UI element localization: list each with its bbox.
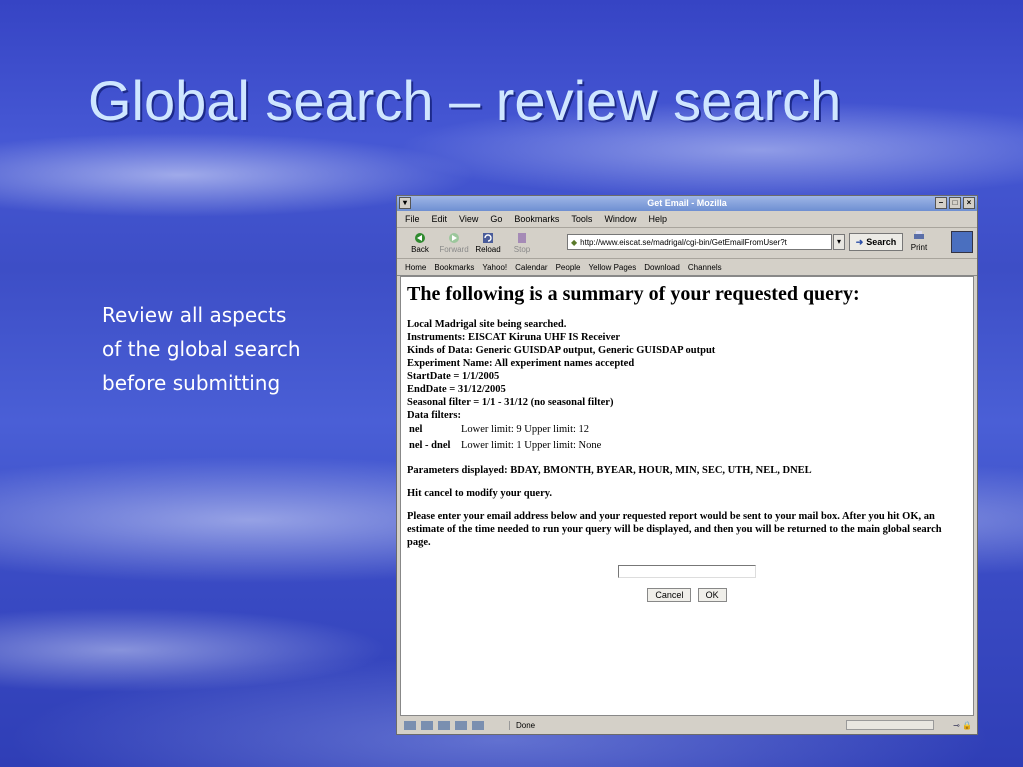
email-input[interactable]: [618, 565, 756, 578]
summary-line: Instruments: EISCAT Kiruna UHF IS Receiv…: [407, 332, 621, 343]
mail-icon[interactable]: [421, 720, 433, 730]
reload-icon: [483, 233, 493, 243]
stop-button[interactable]: Stop: [505, 232, 539, 254]
menu-file[interactable]: File: [405, 214, 420, 224]
reload-label: Reload: [475, 245, 501, 254]
filter-limits: Lower limit: 1 Upper limit: None: [461, 440, 602, 451]
home-link[interactable]: Home: [405, 263, 426, 272]
forward-label: Forward: [439, 245, 469, 254]
minimize-icon[interactable]: –: [935, 197, 947, 209]
search-label: Search: [866, 237, 897, 247]
title-bar: ▾ Get Email - Mozilla – □ ×: [397, 196, 977, 211]
parameters-text: Parameters displayed: BDAY, BMONTH, BYEA…: [407, 465, 812, 476]
menu-view[interactable]: View: [459, 214, 478, 224]
window-menu-icon[interactable]: ▾: [399, 197, 411, 209]
url-dropdown-button[interactable]: ▾: [833, 234, 845, 250]
menu-edit[interactable]: Edit: [432, 214, 448, 224]
menu-bar: File Edit View Go Bookmarks Tools Window…: [397, 211, 977, 228]
people-link[interactable]: People: [556, 263, 581, 272]
filter-row: nel Lower limit: 9 Upper limit: 12: [407, 422, 967, 438]
back-button[interactable]: Back: [403, 232, 437, 254]
bookmarks-link[interactable]: Bookmarks: [434, 263, 474, 272]
menu-tools[interactable]: Tools: [571, 214, 592, 224]
page-icon: ◆: [571, 237, 578, 247]
menu-bookmarks[interactable]: Bookmarks: [514, 214, 559, 224]
composer-icon[interactable]: [438, 720, 450, 730]
calendar-link[interactable]: Calendar: [515, 263, 547, 272]
summary-line: Seasonal filter = 1/1 - 31/12 (no season…: [407, 397, 614, 408]
back-label: Back: [411, 245, 429, 254]
ok-button[interactable]: OK: [697, 588, 727, 602]
chevron-down-icon: ▾: [836, 237, 841, 246]
summary-line: EndDate = 31/12/2005: [407, 384, 506, 395]
slide-bullet-text: Review all aspects of the global search …: [102, 298, 362, 400]
slide-text-line: of the global search: [102, 337, 301, 361]
filter-row: nel - dnel Lower limit: 1 Upper limit: N…: [407, 438, 967, 454]
page-content: The following is a summary of your reque…: [400, 276, 974, 716]
back-arrow-icon: [415, 233, 425, 243]
maximize-icon[interactable]: □: [949, 197, 961, 209]
channels-link[interactable]: Channels: [688, 263, 722, 272]
stop-icon: [518, 233, 526, 243]
browser-window: ▾ Get Email - Mozilla – □ × File Edit Vi…: [396, 195, 978, 735]
instructions-text: Please enter your email address below an…: [407, 511, 942, 548]
chat-icon[interactable]: [455, 720, 467, 730]
connection-icon: ⊸ 🔒: [953, 720, 972, 730]
summary-line: Kinds of Data: Generic GUISDAP output, G…: [407, 345, 716, 356]
print-label: Print: [910, 243, 928, 252]
personal-toolbar: Home Bookmarks Yahoo! Calendar People Ye…: [397, 259, 977, 276]
forward-arrow-icon: [449, 233, 459, 243]
reload-button[interactable]: Reload: [471, 232, 505, 254]
menu-window[interactable]: Window: [604, 214, 636, 224]
close-icon[interactable]: ×: [963, 197, 975, 209]
search-button[interactable]: ➜ Search: [849, 233, 903, 251]
status-text: Done: [509, 720, 535, 730]
navigator-icon[interactable]: [404, 720, 416, 730]
status-bar: Done ⊸ 🔒: [400, 718, 974, 732]
forward-button[interactable]: Forward: [437, 232, 471, 254]
stop-label: Stop: [513, 245, 531, 254]
filter-limits: Lower limit: 9 Upper limit: 12: [461, 424, 590, 435]
window-title: Get Email - Mozilla: [647, 198, 727, 208]
filter-name: nel - dnel: [409, 440, 451, 451]
summary-heading: The following is a summary of your reque…: [407, 283, 860, 305]
yellow-pages-link[interactable]: Yellow Pages: [589, 263, 637, 272]
printer-icon: [914, 231, 924, 239]
menu-go[interactable]: Go: [490, 214, 502, 224]
summary-line: Data filters:: [407, 410, 461, 421]
yahoo-link[interactable]: Yahoo!: [482, 263, 507, 272]
cancel-hint: Hit cancel to modify your query.: [407, 488, 553, 499]
slide-text-line: before submitting: [102, 371, 281, 395]
menu-help[interactable]: Help: [648, 214, 667, 224]
summary-line: Local Madrigal site being searched.: [407, 319, 567, 330]
cancel-button[interactable]: Cancel: [647, 588, 692, 602]
summary-line: Experiment Name: All experiment names ac…: [407, 358, 635, 369]
search-icon: ➜: [855, 236, 864, 247]
slide-text-line: Review all aspects: [102, 303, 287, 327]
summary-line: StartDate = 1/1/2005: [407, 371, 500, 382]
url-input[interactable]: ◆ http://www.eiscat.se/madrigal/cgi-bin/…: [567, 234, 832, 250]
mozilla-logo-icon: [951, 231, 973, 253]
slide-title: Global search – review search: [88, 69, 842, 132]
address-book-icon[interactable]: [472, 720, 484, 730]
download-link[interactable]: Download: [644, 263, 680, 272]
progress-bar: [846, 720, 934, 730]
print-button[interactable]: Print: [902, 230, 936, 252]
filter-name: nel: [409, 424, 423, 435]
navigation-toolbar: Back Forward Reload Stop ◆ http://www.ei…: [397, 228, 977, 259]
url-text: http://www.eiscat.se/madrigal/cgi-bin/Ge…: [580, 237, 787, 247]
